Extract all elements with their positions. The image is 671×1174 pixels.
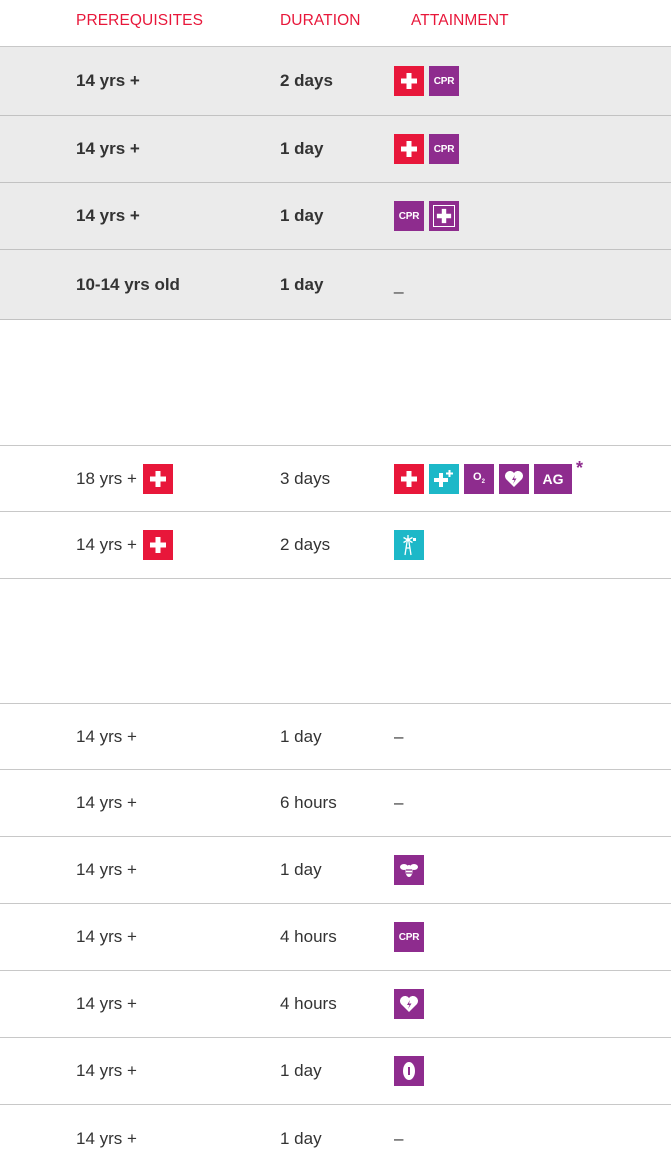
attainment-cell: _: [394, 250, 403, 319]
table-row: 14 yrs + 1 day CPR: [0, 116, 671, 183]
attainment-cell: O2 AG *: [394, 446, 583, 511]
prerequisites-cell: 14 yrs +: [76, 1061, 137, 1080]
attainment-none: _: [394, 274, 404, 294]
defibrillator-heart-icon: [394, 989, 424, 1019]
oxygen-icon: O2: [464, 463, 494, 494]
table-row: 14 yrs + 1 day: [0, 837, 671, 904]
attainment-cell: CPR: [394, 183, 459, 249]
duration-cell: 1 day: [280, 139, 324, 158]
duration-cell: 3 days: [280, 468, 331, 488]
attainment-cell: [394, 512, 424, 578]
first-aid-cross-icon: [142, 463, 173, 494]
course-section-3: 14 yrs + 1 day – 14 yrs + 6 hours – 14 y…: [0, 703, 671, 1172]
table-row: 14 yrs + 4 hours CPR: [0, 904, 671, 971]
attainment-cell: CPR: [394, 47, 459, 115]
table-row: 14 yrs + 4 hours: [0, 971, 671, 1038]
duration-cell: 2 days: [280, 535, 331, 554]
first-aid-cross-icon: [394, 463, 424, 494]
duration-cell: 6 hours: [280, 793, 337, 812]
cpr-icon: CPR: [429, 134, 459, 164]
table-header: PREREQUISITES DURATION ATTAINMENT: [0, 0, 671, 46]
prerequisites-cell: 14 yrs +: [76, 71, 140, 90]
duration-cell: 2 days: [280, 71, 333, 90]
attainment-cell: –: [394, 1105, 403, 1172]
prerequisites-cell: 14 yrs +: [76, 793, 137, 812]
duration-cell: 4 hours: [280, 994, 337, 1013]
duration-cell: 1 day: [280, 1128, 322, 1148]
prerequisites-cell: 18 yrs +: [76, 446, 173, 511]
outlined-cross-icon: [429, 201, 459, 231]
attainment-cell: [394, 1038, 424, 1104]
duration-cell: 4 hours: [280, 927, 337, 946]
prerequisites-cell: 10-14 yrs old: [76, 274, 180, 294]
prerequisites-cell: 14 yrs +: [76, 512, 173, 578]
ag-icon: AG: [534, 463, 572, 494]
prerequisites-cell: 14 yrs +: [76, 139, 140, 158]
footnote-asterisk: *: [576, 458, 584, 478]
remote-windmill-icon: [394, 530, 424, 560]
table-row: 14 yrs + 1 day CPR: [0, 183, 671, 250]
prerequisites-cell: 14 yrs +: [76, 726, 137, 746]
defibrillator-heart-icon: [499, 463, 529, 494]
duration-cell: 1 day: [280, 860, 322, 879]
attainment-cell: –: [394, 704, 403, 769]
table-row: 14 yrs + 1 day –: [0, 1105, 671, 1172]
table-row: 14 yrs + 2 days CPR: [0, 46, 671, 116]
first-aid-cross-icon: [142, 530, 173, 560]
table-row: 14 yrs + 6 hours –: [0, 770, 671, 837]
course-section-1: 14 yrs + 2 days CPR 14 yrs + 1 day CPR 1…: [0, 46, 671, 320]
attainment-none: –: [394, 726, 404, 746]
prerequisites-cell: 14 yrs +: [76, 1128, 137, 1148]
first-aid-cross-icon: [394, 66, 424, 96]
prerequisites-cell: 14 yrs +: [76, 994, 137, 1013]
header-attainment: ATTAINMENT: [411, 12, 509, 29]
attainment-cell: CPR: [394, 904, 424, 970]
bee-anaphylaxis-icon: [394, 855, 424, 885]
table-row: 10-14 yrs old 1 day _: [0, 250, 671, 320]
prerequisites-cell: 14 yrs +: [76, 206, 140, 225]
duration-cell: 1 day: [280, 274, 324, 294]
cpr-icon: CPR: [429, 66, 459, 96]
cpr-icon: CPR: [394, 201, 424, 231]
attainment-cell: [394, 837, 424, 903]
prerequisites-cell: 14 yrs +: [76, 860, 137, 879]
header-prerequisites: PREREQUISITES: [76, 12, 204, 29]
duration-cell: 1 day: [280, 1061, 322, 1080]
table-row: 18 yrs + 3 days O2 AG *: [0, 445, 671, 512]
attainment-none: –: [394, 793, 404, 812]
asthma-inhaler-icon: [394, 1056, 424, 1086]
advanced-first-aid-icon: [429, 463, 459, 494]
attainment-cell: –: [394, 770, 403, 836]
table-row: 14 yrs + 1 day: [0, 1038, 671, 1105]
table-row: 14 yrs + 2 days: [0, 512, 671, 579]
table-row: 14 yrs + 1 day –: [0, 703, 671, 770]
duration-cell: 1 day: [280, 726, 322, 746]
duration-cell: 1 day: [280, 206, 324, 225]
prerequisites-cell: 14 yrs +: [76, 927, 137, 946]
first-aid-cross-icon: [394, 134, 424, 164]
header-duration: DURATION: [280, 12, 361, 29]
cpr-icon: CPR: [394, 922, 424, 952]
course-section-2: 18 yrs + 3 days O2 AG * 14 yrs + 2 days: [0, 445, 671, 579]
attainment-none: –: [394, 1128, 404, 1148]
attainment-cell: [394, 971, 424, 1037]
attainment-cell: CPR: [394, 116, 459, 182]
